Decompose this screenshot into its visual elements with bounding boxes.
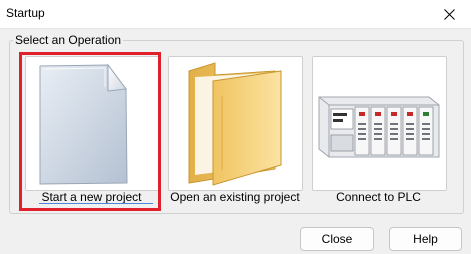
group-label: Select an Operation [13,33,124,47]
tile-label-open-project: Open an existing project [170,190,300,204]
plc-hardware-icon [318,96,440,158]
window-close-button[interactable] [427,0,471,28]
title-bar: Startup [0,0,471,29]
folder-icon [188,62,282,186]
tile-label-new-project: Start a new project [41,190,142,204]
help-button[interactable]: Help [389,227,462,251]
focus-indicator [39,203,153,204]
close-button[interactable]: Close [300,227,374,251]
tile-label-connect-plc: Connect to PLC [336,190,421,204]
tile-connect-plc[interactable] [312,56,447,191]
close-icon [443,8,455,20]
tile-open-project[interactable] [168,56,303,191]
window-title: Startup [6,6,45,20]
new-document-icon [39,63,128,185]
tile-new-project[interactable] [25,56,160,191]
